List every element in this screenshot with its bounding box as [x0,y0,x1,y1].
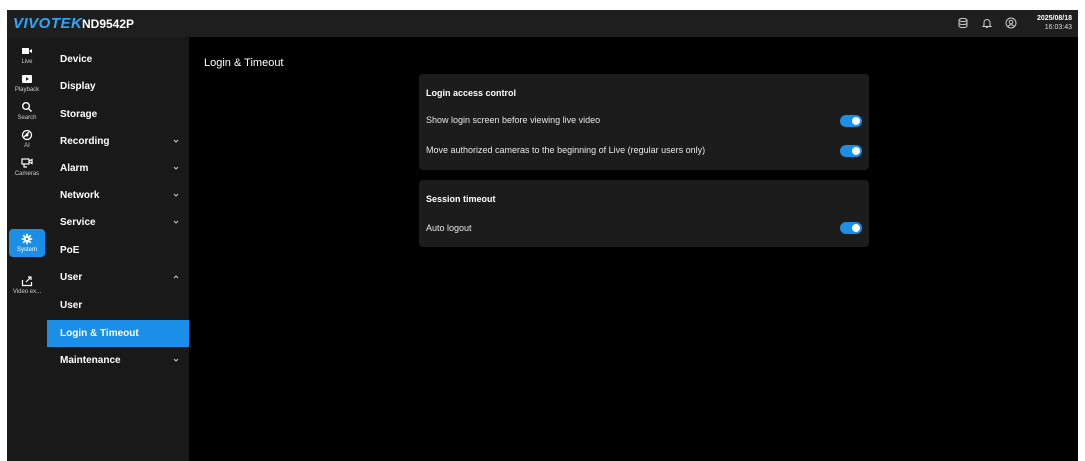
rail-item-ai[interactable]: AI [9,125,45,153]
menu-item-alarm[interactable]: Alarm [47,155,189,182]
gear-icon [21,233,33,245]
menu-item-label: Network [60,190,100,201]
move-cameras-toggle[interactable] [840,145,862,157]
card-title: Login access control [426,88,517,98]
menu-item-network[interactable]: Network [47,182,189,209]
export-icon [21,276,33,287]
rail-label: Search [17,115,37,121]
chevron-down-icon [173,220,179,224]
video-camera-icon [22,48,32,54]
menu-item-maintenance[interactable]: Maintenance [47,347,189,374]
menu-item-label: User [60,272,83,283]
setting-label: Auto logout [426,223,472,233]
setting-label: Show login screen before viewing live vi… [426,115,601,125]
rail-item-playback[interactable]: Playback [9,69,45,97]
menu-item-label: Maintenance [60,355,121,366]
chevron-up-icon [173,275,179,279]
menu-item-label: Display [60,81,96,92]
menu-item-device[interactable]: Device [47,46,189,73]
setting-label: Move authorized cameras to the beginning… [426,145,706,155]
chevron-down-icon [173,166,179,170]
cameras-icon [21,158,33,168]
rail-label: AI [24,143,30,149]
menu-item-login-timeout[interactable]: Login & Timeout [47,320,189,347]
card-title: Session timeout [426,194,496,204]
toggle-knob [852,224,860,232]
menu-item-label: Device [60,54,93,65]
menu-item-label: Storage [60,109,98,120]
rail-label: Playback [14,87,40,93]
menu-item-poe[interactable]: PoE [47,237,189,264]
bell-icon[interactable] [980,16,994,30]
ai-icon [21,129,33,141]
chevron-down-icon [173,139,179,143]
rail-label: Cameras [14,171,40,177]
session-timeout-card: Session timeout Auto logout [419,180,869,247]
rail-label: System [16,247,37,253]
settings-menu: Device Display Storage Recording Alarm N… [47,37,189,461]
chevron-down-icon [173,358,179,362]
rail-item-system[interactable]: System [9,229,45,257]
chevron-down-icon [173,193,179,197]
show-login-toggle[interactable] [840,115,862,127]
page-title: Login & Timeout [204,57,284,69]
user-circle-icon[interactable] [1004,16,1018,30]
menu-item-label: Recording [60,136,110,147]
toggle-knob [852,147,860,155]
storage-icon[interactable] [956,16,970,30]
rail-label: Live [21,59,33,65]
menu-item-display[interactable]: Display [47,73,189,100]
device-model: ND9542P [82,17,135,31]
clock-date: 2025/08/18 [1036,15,1072,22]
rail-item-live[interactable]: Live [9,41,45,69]
clock: 2025/08/18 16:03:43 [1037,14,1072,32]
menu-item-label: User [60,300,83,311]
menu-item-service[interactable]: Service [47,209,189,236]
menu-item-recording[interactable]: Recording [47,128,189,155]
top-bar: VIVOTEK ND9542P 2025/08/18 16:03:43 [7,10,1078,37]
menu-item-label: Alarm [60,163,89,174]
brand-logo[interactable]: VIVOTEK [13,15,82,32]
playback-icon [22,75,32,83]
menu-item-label: Login & Timeout [60,328,139,339]
menu-item-user-group[interactable]: User [47,264,189,291]
menu-item-label: Service [60,217,96,228]
nav-rail: Live Playback Search AI Cameras System V… [7,37,47,461]
menu-item-storage[interactable]: Storage [47,101,189,128]
menu-item-user[interactable]: User [47,292,189,319]
app-window: VIVOTEK ND9542P 2025/08/18 16:03:43 Live… [7,10,1078,461]
toggle-knob [852,117,860,125]
login-access-card: Login access control Show login screen b… [419,74,869,170]
rail-label: Video ex... [12,289,42,295]
menu-item-label: PoE [60,245,80,256]
rail-item-search[interactable]: Search [9,97,45,125]
auto-logout-toggle[interactable] [840,222,862,234]
rail-item-cameras[interactable]: Cameras [9,153,45,181]
clock-time: 16:03:43 [1044,24,1072,31]
rail-item-video-export[interactable]: Video ex... [9,271,45,299]
search-icon [22,102,32,112]
